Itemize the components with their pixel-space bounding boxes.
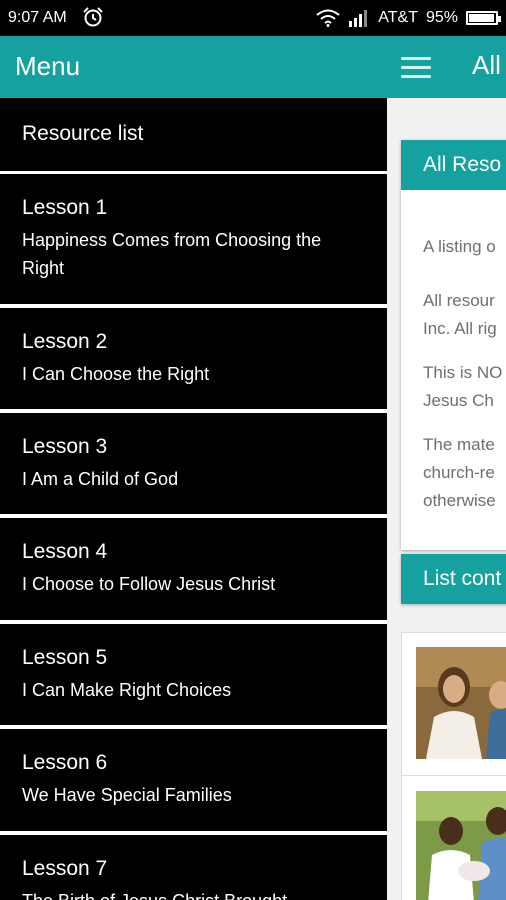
battery-percent: 95% bbox=[425, 9, 458, 26]
drawer-item-title: Lesson 5 bbox=[22, 646, 108, 669]
drawer-item-subtitle: Happiness Comes from Choosing the Right bbox=[22, 230, 322, 278]
resources-card-body: A listing o All resour Inc. All rig This… bbox=[401, 190, 506, 515]
drawer-item-subtitle: I Am a Child of God bbox=[22, 469, 179, 489]
battery-fill bbox=[469, 14, 494, 22]
resources-card-header[interactable]: All Reso bbox=[401, 140, 506, 190]
resource-thumbnail[interactable] bbox=[416, 647, 506, 759]
wifi-icon bbox=[316, 9, 340, 27]
carrier-label: AT&T bbox=[378, 9, 418, 26]
alarm-icon bbox=[83, 7, 103, 27]
drawer-item-lesson-7[interactable]: Lesson 7 The Birth of Jesus Christ Broug… bbox=[0, 835, 387, 900]
main-app-bar: All bbox=[387, 36, 506, 98]
drawer-item-title: Lesson 7 bbox=[22, 857, 108, 880]
status-time: 9:07 AM bbox=[8, 9, 67, 26]
resource-list-panel bbox=[401, 632, 506, 900]
drawer-item-lesson-1[interactable]: Lesson 1 Happiness Comes from Choosing t… bbox=[0, 174, 387, 304]
battery-icon bbox=[466, 11, 501, 25]
resources-card: All Reso A listing o All resour Inc. All… bbox=[401, 140, 506, 550]
drawer-item-lesson-6[interactable]: Lesson 6 We Have Special Families bbox=[0, 729, 387, 831]
drawer-item-title: Lesson 3 bbox=[22, 435, 108, 458]
navigation-drawer: Menu Resource list Lesson 1 Happiness Co… bbox=[0, 36, 387, 900]
drawer-header: Menu bbox=[0, 36, 387, 98]
drawer-item-title: Lesson 4 bbox=[22, 540, 108, 563]
drawer-title: Menu bbox=[15, 51, 81, 81]
drawer-item-subtitle: The Birth of Jesus Christ Brought bbox=[22, 887, 342, 900]
drawer-item-subtitle: I Choose to Follow Jesus Christ bbox=[22, 574, 276, 594]
drawer-item-resource-list[interactable]: Resource list bbox=[0, 98, 387, 171]
drawer-item-title: Lesson 6 bbox=[22, 751, 108, 774]
hamburger-menu-icon[interactable] bbox=[401, 57, 431, 79]
card-paragraph: This is NO Jesus Ch bbox=[423, 363, 503, 410]
resource-thumbnail[interactable] bbox=[416, 791, 506, 900]
list-divider bbox=[402, 775, 506, 776]
drawer-item-subtitle: I Can Make Right Choices bbox=[22, 680, 232, 700]
main-content: All Reso A listing o All resour Inc. All… bbox=[387, 98, 506, 900]
signal-icon bbox=[349, 10, 368, 27]
drawer-item-lesson-2[interactable]: Lesson 2 I Can Choose the Right bbox=[0, 308, 387, 409]
list-contents-header[interactable]: List cont bbox=[401, 554, 506, 604]
drawer-item-title: Lesson 2 bbox=[22, 330, 108, 353]
drawer-item-lesson-4[interactable]: Lesson 4 I Choose to Follow Jesus Christ bbox=[0, 518, 387, 620]
card-paragraph: A listing o bbox=[423, 237, 496, 256]
drawer-item-subtitle: I Can Choose the Right bbox=[22, 364, 210, 384]
drawer-item-lesson-3[interactable]: Lesson 3 I Am a Child of God bbox=[0, 413, 387, 514]
status-bar: 9:07 AM AT&T 95% bbox=[0, 0, 506, 36]
status-right: AT&T 95% bbox=[316, 9, 501, 27]
card-paragraph: All resour Inc. All rig bbox=[423, 291, 497, 338]
drawer-item-subtitle: We Have Special Families bbox=[22, 785, 232, 805]
card-paragraph: The mate church-re otherwise bbox=[423, 435, 496, 510]
drawer-item-lesson-5[interactable]: Lesson 5 I Can Make Right Choices bbox=[0, 624, 387, 725]
drawer-item-title: Lesson 1 bbox=[22, 196, 108, 219]
drawer-item-title: Resource list bbox=[22, 122, 144, 145]
main-title: All bbox=[472, 50, 501, 80]
